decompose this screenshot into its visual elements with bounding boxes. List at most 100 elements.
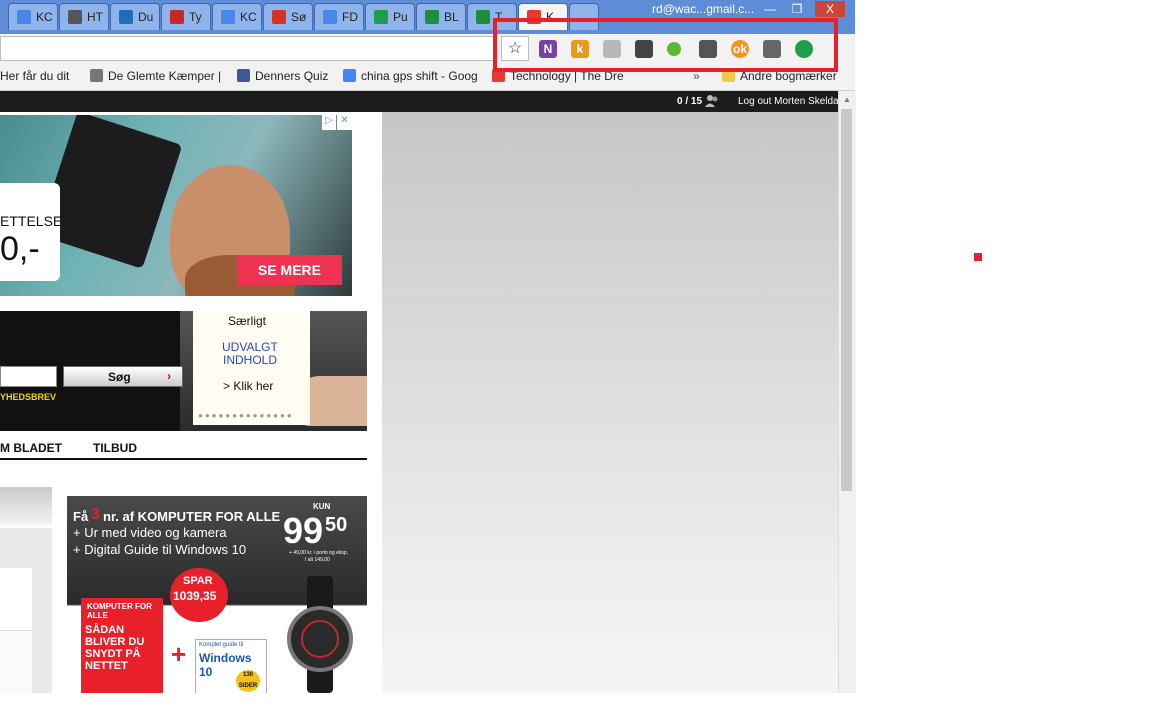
bookmark-item[interactable]: Her får du dit: [0, 69, 69, 83]
ad-banner-image[interactable]: ETTELSE 0,- SE MERE ▷ ✕: [0, 115, 352, 296]
arrow-right-icon: ›: [167, 369, 171, 383]
kfa-line1-pre: Få: [73, 509, 89, 524]
tab-favicon-icon: [272, 10, 286, 24]
tab-favicon-icon: [374, 10, 388, 24]
scrollbar-thumb[interactable]: [841, 109, 852, 491]
side-block: [0, 487, 52, 525]
close-ad-icon[interactable]: ✕: [337, 115, 352, 130]
tab-label: Sø: [291, 10, 307, 24]
note-line1: UDVALGT: [222, 340, 278, 354]
mag-headline4: NETTET: [85, 660, 128, 672]
site-nav: M BLADET TILBUD: [0, 431, 367, 460]
tab-label: KC: [36, 10, 53, 24]
mag-headline1: SÅDAN: [85, 624, 125, 636]
omnibox[interactable]: [0, 36, 497, 61]
spar-badge: SPAR 1039,35: [170, 568, 228, 622]
spar-label: SPAR: [183, 575, 213, 587]
special-content-note[interactable]: Særligt UDVALGT INDHOLD > Klik her ●●●●●…: [193, 311, 310, 425]
users-icon: [705, 94, 719, 108]
search-input[interactable]: [0, 366, 57, 387]
highlight-box: [493, 18, 838, 72]
minimize-button[interactable]: —: [758, 1, 782, 17]
tab-3[interactable]: Ty: [161, 3, 211, 30]
kfa-plus: +: [171, 639, 187, 669]
site-header: 0 / 15 Log out Morten Skeldal: [0, 91, 855, 112]
tab-7[interactable]: Pu: [365, 3, 415, 30]
tab-favicon-icon: [68, 10, 82, 24]
tab-label: BL: [444, 10, 459, 24]
tab-favicon-icon: [425, 10, 439, 24]
bookmark-item[interactable]: De Glemte Kæmper |: [90, 69, 221, 83]
content-panel: [382, 112, 838, 693]
nav-item-bladet[interactable]: M BLADET: [0, 441, 62, 455]
tab-favicon-icon: [221, 10, 235, 24]
kfa-price-dec: 50: [325, 514, 348, 536]
watch-image: [277, 576, 363, 693]
tab-label: KC: [240, 10, 257, 24]
tab-favicon-icon: [17, 10, 31, 24]
bookmark-label: De Glemte Kæmper |: [108, 69, 222, 83]
scroll-up-icon[interactable]: ▲: [843, 95, 851, 104]
tab-label: HT: [87, 10, 103, 24]
side-panel-inner: [0, 568, 32, 630]
tab-6[interactable]: FD: [314, 3, 364, 30]
logout-link[interactable]: Log out Morten Skeldal: [738, 96, 841, 107]
tab-4[interactable]: KC: [212, 3, 262, 30]
tab-1[interactable]: HT: [59, 3, 109, 30]
nav-item-tilbud[interactable]: TILBUD: [93, 441, 137, 455]
guide-badge: 130 SIDER: [236, 670, 260, 692]
kfa-price-note1: + 49,00 kr. i porto og eksp.: [289, 550, 349, 556]
newsletter-link[interactable]: YHEDSBREV: [0, 392, 56, 402]
note-title: Særligt: [228, 314, 267, 328]
tab-favicon-icon: [323, 10, 337, 24]
kfa-bullet1: + Ur med video og kamera: [73, 525, 227, 540]
tab-label: Ty: [189, 10, 202, 24]
tab-0[interactable]: KC: [8, 3, 58, 30]
bookmark-label: china gps shift - Goog: [361, 69, 478, 83]
adchoices-icon[interactable]: ▷: [322, 115, 336, 130]
kfa-line1-post: nr. af KOMPUTER FOR ALLE: [103, 509, 281, 524]
tab-label: Pu: [393, 10, 408, 24]
magazine-cover: KOMPUTER FOR ALLE SÅDAN BLIVER DU SNYDT …: [81, 598, 163, 693]
kfa-line1-num: 3: [91, 506, 100, 523]
tab-favicon-icon: [119, 10, 133, 24]
watch-face: [287, 606, 353, 672]
se-mere-button[interactable]: SE MERE: [237, 255, 342, 285]
note-link[interactable]: > Klik her: [223, 379, 273, 393]
side-panel-inner-2: [0, 630, 32, 694]
tab-favicon-icon: [476, 10, 490, 24]
badge-line1: ETTELSE: [0, 213, 63, 229]
bookmark-favicon-icon: [237, 69, 250, 82]
account-email[interactable]: rd@wac...gmail.c...: [652, 2, 754, 16]
notification-counter[interactable]: 0 / 15: [677, 96, 702, 107]
annotation-dot: [974, 253, 982, 261]
tab-2[interactable]: Du: [110, 3, 160, 30]
kfa-price-note2: I alt 149,00: [305, 557, 330, 563]
tab-8[interactable]: BL: [416, 3, 466, 30]
tab-label: FD: [342, 10, 358, 24]
bookmark-label: Her får du dit: [0, 69, 70, 83]
mag-title: KOMPUTER FOR ALLE: [87, 602, 152, 620]
bookmark-item[interactable]: Denners Quiz: [237, 69, 328, 83]
bookmark-favicon-icon: [90, 69, 103, 82]
tab-label: Du: [138, 10, 154, 24]
kfa-bullet2: + Digital Guide til Windows 10: [73, 542, 247, 557]
search-button-label: Søg: [108, 370, 131, 384]
close-window-button[interactable]: X: [815, 1, 845, 17]
search-button[interactable]: Søg ›: [63, 366, 183, 387]
komputer-ad[interactable]: Få 3 nr. af KOMPUTER FOR ALLE + Ur med v…: [67, 496, 367, 693]
tab-5[interactable]: Sø: [263, 3, 313, 30]
badge-line2: 0,-: [0, 230, 40, 268]
spar-amount: 1039,35: [173, 589, 217, 603]
guide-small: Komplet guide til: [199, 642, 244, 648]
scrollbar[interactable]: ▲: [838, 91, 856, 693]
note-perforation: ●●●●●●●●●●●●●●: [198, 411, 294, 420]
maximize-button[interactable]: ❐: [785, 1, 809, 17]
kfa-price-main: 99: [283, 510, 324, 551]
watch-dial: [301, 620, 339, 658]
mag-headline3: SNYDT PÅ: [85, 648, 141, 660]
note-line2: INDHOLD: [223, 353, 278, 367]
mag-headline2: BLIVER DU: [85, 636, 145, 648]
side-panel: [0, 528, 52, 694]
bookmark-item[interactable]: china gps shift - Goog: [343, 69, 478, 83]
